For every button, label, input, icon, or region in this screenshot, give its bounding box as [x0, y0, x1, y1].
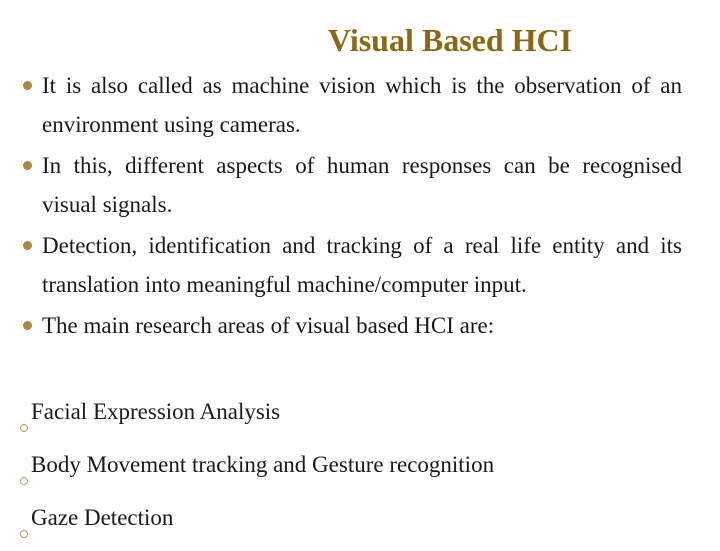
sub-item-text: Body Movement tracking and Gesture recog…: [31, 452, 495, 477]
bullet-item: In this, different aspects of human resp…: [20, 146, 682, 224]
bullet-dot-icon: [23, 81, 32, 90]
bullet-dot-icon: [23, 241, 32, 250]
bullet-text: It is also called as machine vision whic…: [42, 73, 682, 137]
circle-bullet-icon: [20, 477, 28, 485]
circle-bullet-icon: [20, 424, 28, 432]
sub-item: Facial Expression Analysis: [0, 392, 720, 445]
sub-item: Body Movement tracking and Gesture recog…: [0, 445, 720, 498]
circle-bullet-icon: [20, 530, 28, 538]
sub-item-text: Gaze Detection: [31, 505, 174, 530]
sub-item-text: Facial Expression Analysis: [31, 399, 281, 424]
bullet-item: It is also called as machine vision whic…: [20, 66, 682, 144]
sub-item: Gaze Detection: [0, 498, 720, 551]
bullet-text: Detection, identification and tracking o…: [42, 233, 682, 297]
bullet-dot-icon: [23, 321, 32, 330]
bullet-item: The main research areas of visual based …: [20, 306, 682, 345]
bullet-text: In this, different aspects of human resp…: [42, 153, 682, 217]
bullet-list: It is also called as machine vision whic…: [20, 66, 682, 347]
slide-title: Visual Based HCI: [327, 22, 573, 58]
bullet-dot-icon: [23, 161, 32, 170]
bullet-item: Detection, identification and tracking o…: [20, 226, 682, 304]
bullet-text: The main research areas of visual based …: [42, 313, 495, 338]
sub-item-list: Facial Expression Analysis Body Movement…: [0, 392, 720, 551]
